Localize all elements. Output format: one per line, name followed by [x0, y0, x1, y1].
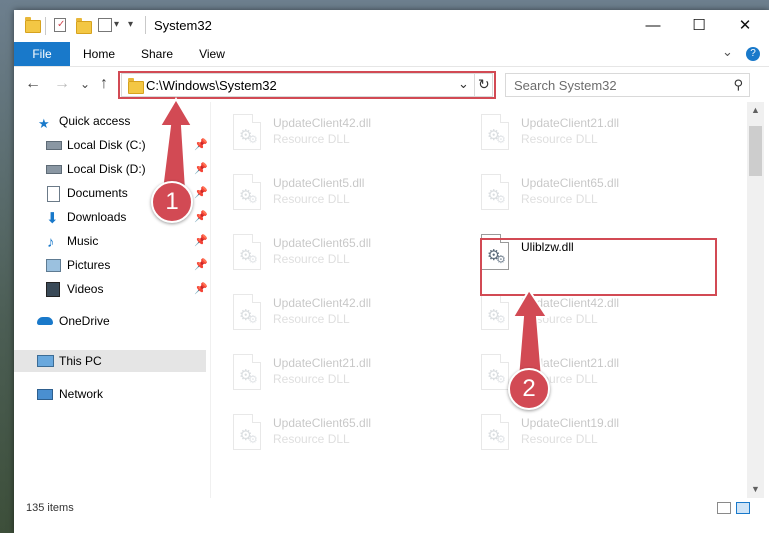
arrow-to-address-bar	[158, 97, 194, 191]
annotation-arrows	[158, 97, 549, 379]
callout-step-2: 2	[508, 368, 550, 410]
arrow-to-file	[511, 288, 549, 379]
callout-step-1: 1	[151, 181, 193, 223]
